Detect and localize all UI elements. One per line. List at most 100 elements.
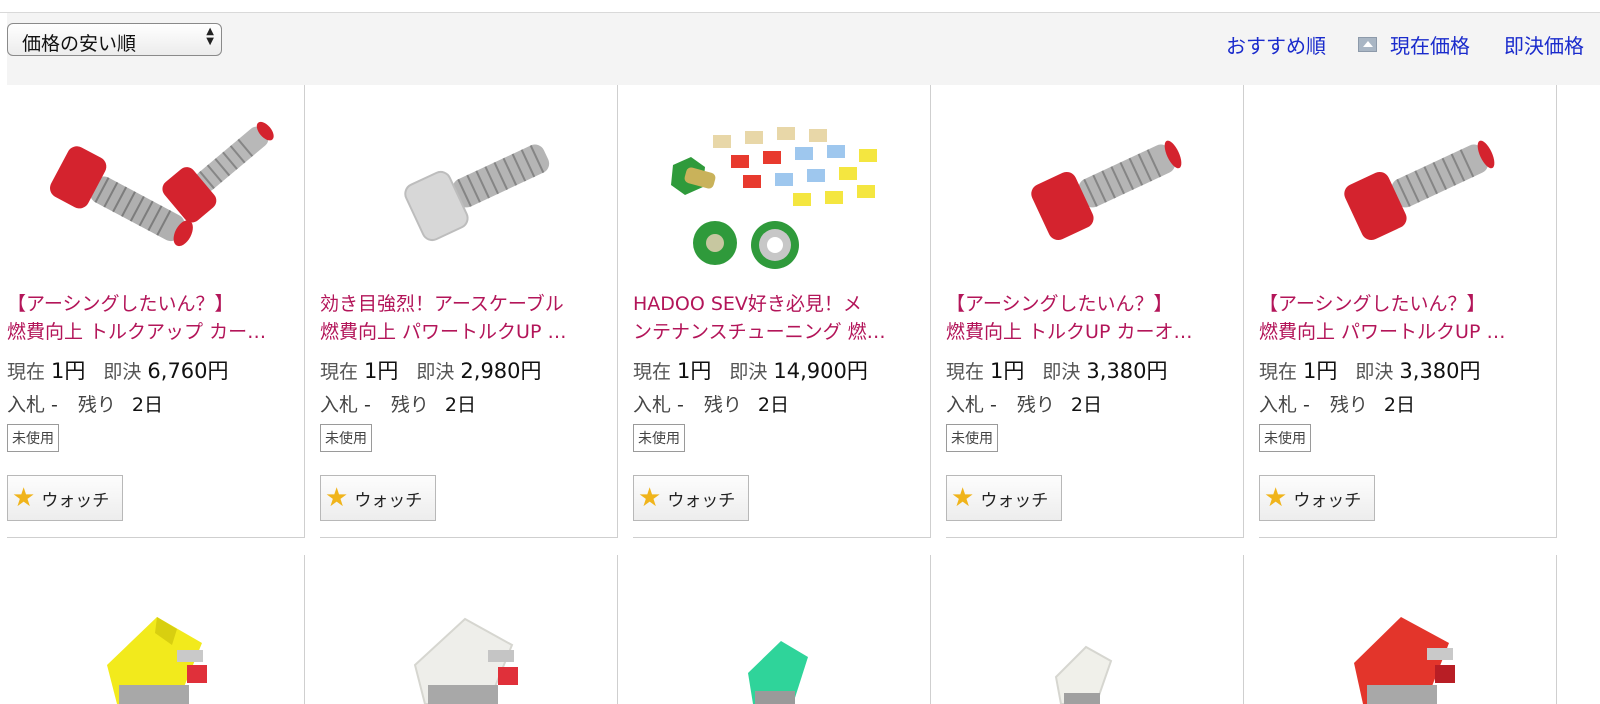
bids-label: 入札 <box>1259 394 1298 416</box>
buyout-label: 即決 <box>1355 361 1394 383</box>
watch-label: ウォッチ <box>980 490 1049 511</box>
item-thumbnail[interactable] <box>633 95 923 285</box>
condition-badge: 未使用 <box>633 424 685 452</box>
remaining-time: 2日 <box>131 394 163 416</box>
current-label: 現在 <box>320 361 359 383</box>
item-card: 効き目強烈！アースケーブル 燃費向上 パワートルクUP … 現在 1円 即決 2,98… <box>320 85 618 538</box>
item-thumbnail[interactable] <box>7 555 297 704</box>
sort-select[interactable]: 価格の安い順 ▲ ▼ <box>7 23 222 56</box>
buyout-price: 3,380円 <box>1399 359 1481 383</box>
item-card: 【アーシングしたいん？】 燃費向上 パワートルクUP … 現在 1円 即決 3,380… <box>1259 85 1557 538</box>
item-thumbnail[interactable] <box>7 95 297 285</box>
current-price: 1円 <box>1303 359 1338 383</box>
item-title-line: 燃費向上 パワートルクUP … <box>320 321 567 343</box>
item-card <box>320 555 618 704</box>
watch-button[interactable]: ★ ウォッチ <box>320 475 436 521</box>
remaining-label: 残り <box>390 394 429 416</box>
star-icon: ★ <box>951 483 975 513</box>
remaining-time: 2日 <box>444 394 476 416</box>
item-card: 【アーシングしたいん？】 燃費向上 トルクUP カーオ… 現在 1円 即決 3,380… <box>946 85 1244 538</box>
sort-buyout-price-link[interactable]: 即決価格 <box>1504 30 1584 59</box>
item-price: 現在 1円 即決 6,760円 <box>7 355 247 385</box>
remaining-label: 残り <box>703 394 742 416</box>
bids-label: 入札 <box>633 394 672 416</box>
star-icon: ★ <box>325 483 349 513</box>
item-title-line: ンテナンスチューニング 燃… <box>633 321 886 343</box>
remaining-time: 2日 <box>1070 394 1102 416</box>
condition-badge: 未使用 <box>7 424 59 452</box>
sort-ascending-icon <box>1358 37 1377 52</box>
sort-recommended-link[interactable]: おすすめ順 <box>1226 30 1326 59</box>
bids-count: - <box>1303 394 1310 416</box>
sort-current-price-link[interactable]: 現在価格 <box>1358 30 1470 59</box>
item-thumbnail[interactable] <box>633 555 923 704</box>
watch-label: ウォッチ <box>354 490 423 511</box>
item-meta: 入札 - 残り 2日 <box>633 390 789 417</box>
watch-label: ウォッチ <box>1293 490 1362 511</box>
item-thumbnail[interactable] <box>320 95 610 285</box>
item-meta: 入札 - 残り 2日 <box>7 390 163 417</box>
bids-label: 入札 <box>320 394 359 416</box>
watch-button[interactable]: ★ ウォッチ <box>7 475 123 521</box>
item-card <box>633 555 931 704</box>
sort-bar: 価格の安い順 ▲ ▼ おすすめ順 現在価格 即決価格 <box>7 13 1600 85</box>
select-arrows-icon: ▲ ▼ <box>206 26 214 47</box>
item-title-link[interactable]: 【アーシングしたいん？】 燃費向上 パワートルクUP … <box>1259 290 1549 346</box>
current-label: 現在 <box>7 361 46 383</box>
star-icon: ★ <box>638 483 662 513</box>
buyout-price: 6,760円 <box>147 359 229 383</box>
item-price: 現在 1円 即決 3,380円 <box>1259 355 1499 385</box>
bids-label: 入札 <box>946 394 985 416</box>
sort-select-value: 価格の安い順 <box>22 33 137 55</box>
item-title-line: 燃費向上 トルクUP カーオ… <box>946 321 1193 343</box>
item-card <box>1259 555 1557 704</box>
current-label: 現在 <box>946 361 985 383</box>
remaining-label: 残り <box>1329 394 1368 416</box>
sort-links: おすすめ順 現在価格 即決価格 <box>1226 30 1584 59</box>
item-grid-row-2 <box>0 555 1600 704</box>
item-thumbnail[interactable] <box>1259 555 1549 704</box>
item-thumbnail[interactable] <box>946 95 1236 285</box>
item-meta: 入札 - 残り 2日 <box>1259 390 1415 417</box>
current-price: 1円 <box>990 359 1025 383</box>
item-thumbnail[interactable] <box>946 555 1236 704</box>
current-price: 1円 <box>364 359 399 383</box>
watch-label: ウォッチ <box>667 490 736 511</box>
item-card: 【アーシングしたいん？】 燃費向上 トルクアップ カー… 現在 1円 即決 6,760… <box>7 85 305 538</box>
bids-count: - <box>677 394 684 416</box>
bids-label: 入札 <box>7 394 46 416</box>
remaining-time: 2日 <box>757 394 789 416</box>
item-card: HADOO SEV好き必見！メ ンテナンスチューニング 燃… 現在 1円 即決 14,… <box>633 85 931 538</box>
item-thumbnail[interactable] <box>320 555 610 704</box>
buyout-label: 即決 <box>103 361 142 383</box>
item-title-link[interactable]: 【アーシングしたいん？】 燃費向上 トルクUP カーオ… <box>946 290 1236 346</box>
current-price: 1円 <box>51 359 86 383</box>
item-title-line: 燃費向上 トルクアップ カー… <box>7 321 267 343</box>
item-thumbnail[interactable] <box>1259 95 1549 285</box>
buyout-price: 2,980円 <box>460 359 542 383</box>
watch-button[interactable]: ★ ウォッチ <box>1259 475 1375 521</box>
current-price: 1円 <box>677 359 712 383</box>
item-title-line: 【アーシングしたいん？】 <box>7 293 234 315</box>
star-icon: ★ <box>12 483 36 513</box>
buyout-label: 即決 <box>729 361 768 383</box>
item-title-link[interactable]: HADOO SEV好き必見！メ ンテナンスチューニング 燃… <box>633 290 923 346</box>
watch-button[interactable]: ★ ウォッチ <box>946 475 1062 521</box>
item-meta: 入札 - 残り 2日 <box>320 390 476 417</box>
item-meta: 入札 - 残り 2日 <box>946 390 1102 417</box>
item-card <box>7 555 305 704</box>
watch-label: ウォッチ <box>41 490 110 511</box>
buyout-label: 即決 <box>1042 361 1081 383</box>
item-title-link[interactable]: 効き目強烈！アースケーブル 燃費向上 パワートルクUP … <box>320 290 610 346</box>
remaining-label: 残り <box>77 394 116 416</box>
item-title-line: 効き目強烈！アースケーブル <box>320 293 564 315</box>
buyout-price: 3,380円 <box>1086 359 1168 383</box>
bids-count: - <box>51 394 58 416</box>
item-title-line: 燃費向上 パワートルクUP … <box>1259 321 1506 343</box>
sort-current-price-label: 現在価格 <box>1390 34 1470 58</box>
item-title-link[interactable]: 【アーシングしたいん？】 燃費向上 トルクアップ カー… <box>7 290 297 346</box>
condition-badge: 未使用 <box>946 424 998 452</box>
condition-badge: 未使用 <box>1259 424 1311 452</box>
condition-badge: 未使用 <box>320 424 372 452</box>
watch-button[interactable]: ★ ウォッチ <box>633 475 749 521</box>
